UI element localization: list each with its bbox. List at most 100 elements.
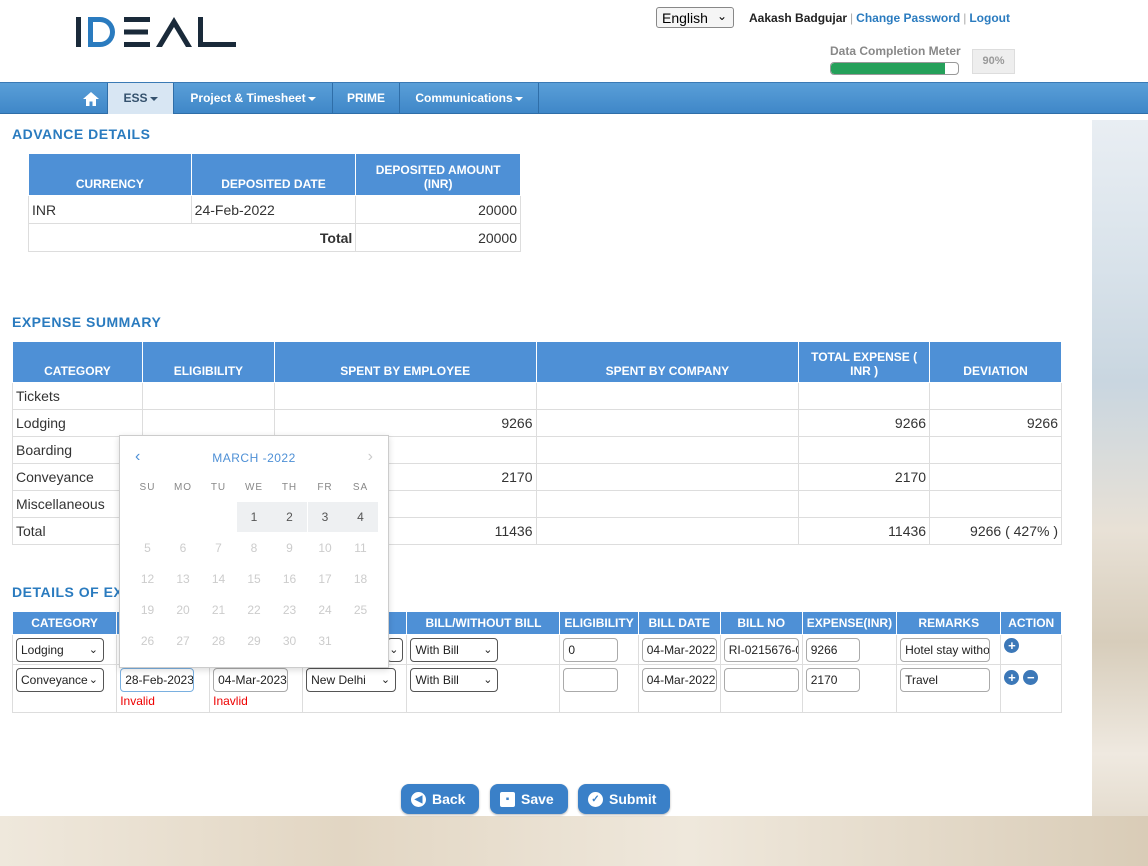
nav-prime[interactable]: PRIME <box>333 83 400 114</box>
weekday-label: MO <box>173 482 193 493</box>
user-name: Aakash Badgujar <box>749 11 848 25</box>
table-row: Conveyance ⌄ 28-Feb-2023 Invalid 04-Mar-20… <box>11 664 1062 713</box>
remarks-input[interactable]: Travel <box>900 668 991 692</box>
bill-select[interactable]: With Bill ⌄ <box>410 637 499 662</box>
cell: 9266 <box>273 409 537 437</box>
cell: 2170 <box>798 463 931 491</box>
to-date-error: Inavlid <box>213 694 248 708</box>
expense-summary-title: EXPENSE SUMMARY <box>12 314 162 330</box>
from-date-error: Invalid <box>120 694 155 708</box>
bill-no-input[interactable]: RI-0215676-00 <box>723 637 799 662</box>
cell <box>929 382 1062 410</box>
calendar-day: 13 <box>176 572 190 586</box>
nav-ess[interactable]: ESS <box>108 83 174 114</box>
col-header: DEPOSITED AMOUNT (INR) <box>355 153 521 196</box>
cell <box>929 436 1062 464</box>
city-select[interactable]: ⌄ <box>387 637 404 662</box>
cell <box>535 382 800 410</box>
chevron-down-icon: ⌄ <box>389 643 399 656</box>
to-date-input[interactable]: 04-Mar-2023 <box>213 668 289 692</box>
cell <box>535 436 800 464</box>
bill-no-input[interactable] <box>723 668 799 692</box>
next-month-icon[interactable]: › <box>368 448 373 466</box>
calendar-day: 20 <box>176 603 190 617</box>
home-icon <box>82 91 99 106</box>
bill-date-input[interactable]: 04-Mar-2022 <box>641 637 717 662</box>
calendar-day: 19 <box>140 603 155 617</box>
ideal-logo <box>74 12 238 53</box>
cell <box>535 463 800 491</box>
weekday-label: FR <box>317 482 333 493</box>
cell <box>535 517 800 545</box>
total-row: Total 20000 <box>27 223 521 252</box>
cell: 9266 <box>798 409 931 437</box>
col-header: BILL DATE <box>637 611 721 635</box>
col-header: CATEGORY <box>12 341 143 383</box>
chevron-down-icon: ⌄ <box>88 674 98 686</box>
calendar-month: MARCH -2022 <box>212 451 296 465</box>
calendar-day[interactable]: 2 <box>272 502 307 532</box>
meter-fill <box>831 63 946 74</box>
chevron-down-icon: ⌄ <box>88 643 98 656</box>
submit-button[interactable]: ✓ Submit <box>578 784 671 814</box>
expense-input[interactable]: 2170 <box>805 668 860 692</box>
calendar-day: 31 <box>318 634 332 648</box>
calendar-day: 16 <box>282 572 297 586</box>
calendar-day[interactable]: 4 <box>343 502 378 532</box>
bill-select[interactable]: With Bill ⌄ <box>410 668 499 692</box>
cell: Lodging <box>12 409 143 437</box>
chevron-down-icon: ⌄ <box>483 674 493 686</box>
cell <box>535 490 800 518</box>
language-select[interactable]: English ⌄ <box>656 7 734 28</box>
remarks-input[interactable]: Hotel stay withou <box>900 637 991 662</box>
chevron-down-icon: ⌄ <box>380 674 391 686</box>
home-nav[interactable] <box>74 83 108 114</box>
add-row-icon[interactable]: + <box>1004 638 1020 653</box>
calendar-day: 28 <box>211 634 226 648</box>
change-password-link[interactable]: Change Password <box>856 11 960 25</box>
category-select[interactable]: Conveyance ⌄ <box>16 668 104 692</box>
weekday-label: TU <box>210 482 227 493</box>
calendar-day: 10 <box>318 541 332 555</box>
eligibility-input[interactable]: 0 <box>563 637 619 662</box>
col-header: DEPOSITED DATE <box>190 153 357 196</box>
calendar-day: 23 <box>282 603 297 617</box>
remove-row-icon[interactable]: − <box>1023 670 1039 685</box>
calendar-day: 7 <box>215 541 222 555</box>
category-select[interactable]: Lodging ⌄ <box>16 637 104 662</box>
expense-input[interactable]: 9266 <box>805 637 860 662</box>
col-header: SPENT BY COMPANY <box>535 341 800 383</box>
calendar-day: 12 <box>140 572 155 586</box>
back-arrow-icon: ◀ <box>411 791 426 807</box>
bill-date-input[interactable]: 04-Mar-2022 <box>641 668 717 692</box>
cell <box>141 382 275 410</box>
city-select[interactable]: New Delhi ⌄ <box>306 668 397 692</box>
cell <box>798 436 931 464</box>
calendar-day: 27 <box>176 634 190 648</box>
table-row: INR 24-Feb-2022 20000 <box>28 195 521 224</box>
meter-percent: 90% <box>972 49 1015 74</box>
back-button[interactable]: ◀ Back <box>401 784 480 814</box>
calendar-day: 18 <box>353 572 368 586</box>
calendar-day[interactable]: 1 <box>236 502 272 532</box>
cell <box>141 409 275 437</box>
calendar-day[interactable]: 3 <box>307 502 343 532</box>
calendar-day: 24 <box>318 603 332 617</box>
cell <box>273 382 537 410</box>
calendar-day: 25 <box>353 603 368 617</box>
save-button[interactable]: ▪ Save <box>490 784 568 814</box>
calendar-day: 17 <box>318 572 332 586</box>
calendar-day: 6 <box>179 541 187 555</box>
cell: 9266 ( 427% ) <box>929 517 1062 545</box>
nav-communications[interactable]: Communications <box>400 83 539 114</box>
from-date-input[interactable]: 28-Feb-2023 <box>120 668 195 692</box>
col-header: ELIGIBILITY <box>141 341 275 383</box>
eligibility-input[interactable] <box>563 668 619 692</box>
advance-table: CURRENCY DEPOSITED DATE DEPOSITED AMOUNT… <box>27 153 521 252</box>
main-nav: ESS Project & Timesheet PRIME Communicat… <box>0 82 1148 114</box>
logout-link[interactable]: Logout <box>969 11 1010 25</box>
date-picker: ‹ MARCH -2022 › SU MO TU WE TH FR SA 1 2 3 4 5 6 7 8 9 1… <box>119 435 389 668</box>
cell: 24-Feb-2022 <box>190 195 357 224</box>
add-row-icon[interactable]: + <box>1004 670 1020 685</box>
nav-project-timesheet[interactable]: Project & Timesheet <box>174 83 333 114</box>
